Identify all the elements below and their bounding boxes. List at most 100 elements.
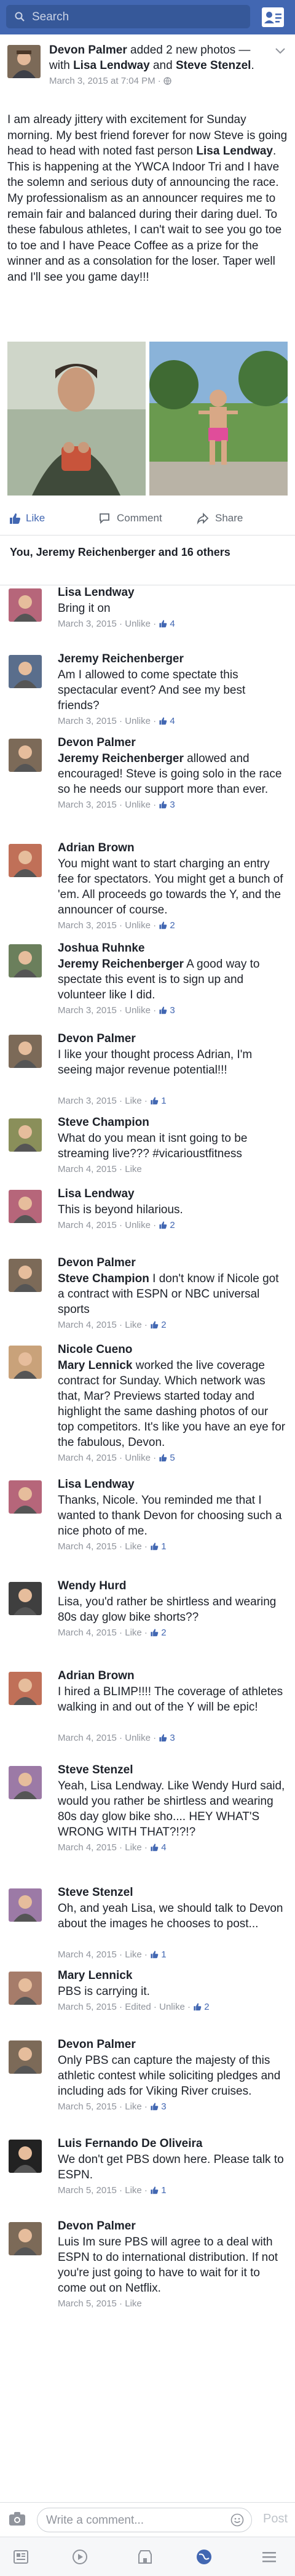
- avatar[interactable]: [9, 2222, 42, 2255]
- comment-date[interactable]: March 4, 2015: [58, 1733, 117, 1743]
- avatar[interactable]: [9, 1346, 42, 1379]
- comment-like-button[interactable]: Unlike: [125, 1453, 151, 1463]
- post-photo[interactable]: [7, 342, 146, 496]
- comment-date[interactable]: March 3, 2015: [58, 1005, 117, 1016]
- comment-like-button[interactable]: Unlike: [125, 1733, 151, 1743]
- comment-date[interactable]: March 3, 2015: [58, 920, 117, 931]
- share-button[interactable]: Share: [197, 512, 243, 524]
- comment-author[interactable]: Mary Lennick: [58, 1969, 132, 1983]
- like-button[interactable]: Like: [10, 512, 45, 524]
- camera-icon[interactable]: [9, 2511, 26, 2526]
- comment-like-button[interactable]: Like: [125, 1320, 142, 1330]
- comment-author[interactable]: Jeremy Reichenberger: [58, 652, 184, 666]
- like-count[interactable]: 3: [159, 2101, 166, 2112]
- comment-date[interactable]: March 4, 2015: [58, 1541, 117, 1552]
- like-count[interactable]: 1: [159, 1949, 166, 1960]
- comment-date[interactable]: March 3, 2015: [58, 1096, 117, 1106]
- like-count[interactable]: 2: [202, 2002, 209, 2012]
- like-count[interactable]: 2: [159, 1627, 166, 1638]
- like-count[interactable]: 2: [167, 920, 175, 931]
- comment-author[interactable]: Devon Palmer: [58, 1032, 136, 1046]
- avatar[interactable]: [9, 588, 42, 622]
- avatar[interactable]: [9, 944, 42, 977]
- comment-author[interactable]: Steve Champion: [58, 1116, 149, 1130]
- comment-date[interactable]: March 5, 2015: [58, 2298, 117, 2309]
- comment-date[interactable]: March 4, 2015: [58, 1627, 117, 1638]
- comment-author[interactable]: Devon Palmer: [58, 2038, 136, 2052]
- avatar[interactable]: [7, 45, 41, 78]
- video-icon[interactable]: [71, 2548, 88, 2566]
- like-count[interactable]: 4: [167, 716, 175, 726]
- comment-author[interactable]: Wendy Hurd: [58, 1579, 127, 1593]
- globe-icon[interactable]: [195, 2548, 213, 2566]
- comment-like-button[interactable]: Unlike: [159, 2002, 185, 2012]
- comment-like-button[interactable]: Unlike: [125, 619, 151, 629]
- like-count[interactable]: 4: [167, 619, 175, 629]
- comment-author[interactable]: Luis Fernando De Oliveira: [58, 2137, 202, 2151]
- post-button[interactable]: Post: [263, 2512, 288, 2526]
- avatar[interactable]: [9, 1190, 42, 1223]
- search-input[interactable]: Search: [6, 5, 250, 28]
- comment-author[interactable]: Steve Stenzel: [58, 1763, 133, 1777]
- comment-like-button[interactable]: Like: [125, 1164, 142, 1174]
- comment-date[interactable]: March 5, 2015: [58, 2185, 117, 2196]
- tagged-user[interactable]: Jeremy Reichenberger: [58, 958, 184, 971]
- post-photo[interactable]: [149, 342, 288, 496]
- avatar[interactable]: [9, 739, 42, 772]
- comment-date[interactable]: March 4, 2015: [58, 1220, 117, 1230]
- tagged-user[interactable]: Lisa Lendway: [73, 59, 150, 72]
- avatar[interactable]: [9, 1118, 42, 1152]
- comment-like-button[interactable]: Like: [125, 1541, 142, 1552]
- avatar[interactable]: [9, 1888, 42, 1922]
- like-count[interactable]: 1: [159, 1541, 166, 1552]
- comment-input[interactable]: Write a comment...: [37, 2508, 252, 2532]
- comment-date[interactable]: March 4, 2015: [58, 1320, 117, 1330]
- post-author[interactable]: Devon Palmer: [49, 44, 127, 57]
- comment-author[interactable]: Lisa Lendway: [58, 1478, 135, 1491]
- friends-icon[interactable]: [258, 6, 288, 28]
- marketplace-icon[interactable]: [136, 2548, 154, 2566]
- comment-author[interactable]: Devon Palmer: [58, 1256, 136, 1270]
- tagged-user[interactable]: Steve Champion: [58, 1272, 149, 1285]
- menu-icon[interactable]: [261, 2548, 278, 2566]
- comment-date[interactable]: March 3, 2015: [58, 800, 117, 810]
- comment-like-button[interactable]: Like: [125, 2298, 142, 2309]
- comment-date[interactable]: March 5, 2015: [58, 2101, 117, 2112]
- avatar[interactable]: [9, 1972, 42, 2005]
- avatar[interactable]: [9, 2140, 42, 2173]
- like-count[interactable]: 1: [159, 1096, 166, 1106]
- comment-date[interactable]: March 4, 2015: [58, 1164, 117, 1174]
- tagged-user[interactable]: Steve Stenzel: [176, 59, 251, 72]
- post-timestamp[interactable]: March 3, 2015 at 7:04 PM ·: [49, 76, 171, 86]
- comment-author[interactable]: Adrian Brown: [58, 841, 135, 855]
- news-feed-icon[interactable]: [12, 2548, 30, 2566]
- comment-like-button[interactable]: Like: [125, 1842, 142, 1853]
- like-count[interactable]: 2: [159, 1320, 166, 1330]
- comment-author[interactable]: Devon Palmer: [58, 736, 136, 750]
- comment-like-button[interactable]: Like: [125, 2185, 142, 2196]
- comment-author[interactable]: Nicole Cueno: [58, 1343, 132, 1357]
- comment-date[interactable]: March 5, 2015 · Edited: [58, 2002, 151, 2012]
- tagged-user[interactable]: Lisa Lendway: [196, 145, 273, 158]
- avatar[interactable]: [9, 2040, 42, 2074]
- comment-date[interactable]: March 3, 2015: [58, 716, 117, 726]
- comment-like-button[interactable]: Like: [125, 2101, 142, 2112]
- comment-like-button[interactable]: Like: [125, 1627, 142, 1638]
- avatar[interactable]: [9, 844, 42, 877]
- comment-like-button[interactable]: Unlike: [125, 716, 151, 726]
- comment-date[interactable]: March 3, 2015: [58, 619, 117, 629]
- like-count[interactable]: 1: [159, 2185, 166, 2196]
- like-count[interactable]: 2: [167, 1220, 175, 1230]
- comment-button[interactable]: Comment: [100, 512, 162, 524]
- avatar[interactable]: [9, 655, 42, 688]
- tagged-user[interactable]: Mary Lennick: [58, 1359, 132, 1372]
- comment-like-button[interactable]: Unlike: [125, 1220, 151, 1230]
- avatar[interactable]: [9, 1582, 42, 1615]
- emoji-icon[interactable]: [230, 2513, 244, 2527]
- avatar[interactable]: [9, 1259, 42, 1292]
- comment-like-button[interactable]: Like: [125, 1949, 142, 1960]
- comment-author[interactable]: Lisa Lendway: [58, 1187, 135, 1201]
- comment-like-button[interactable]: Unlike: [125, 920, 151, 931]
- comment-author[interactable]: Steve Stenzel: [58, 1886, 133, 1900]
- comment-date[interactable]: March 4, 2015: [58, 1949, 117, 1960]
